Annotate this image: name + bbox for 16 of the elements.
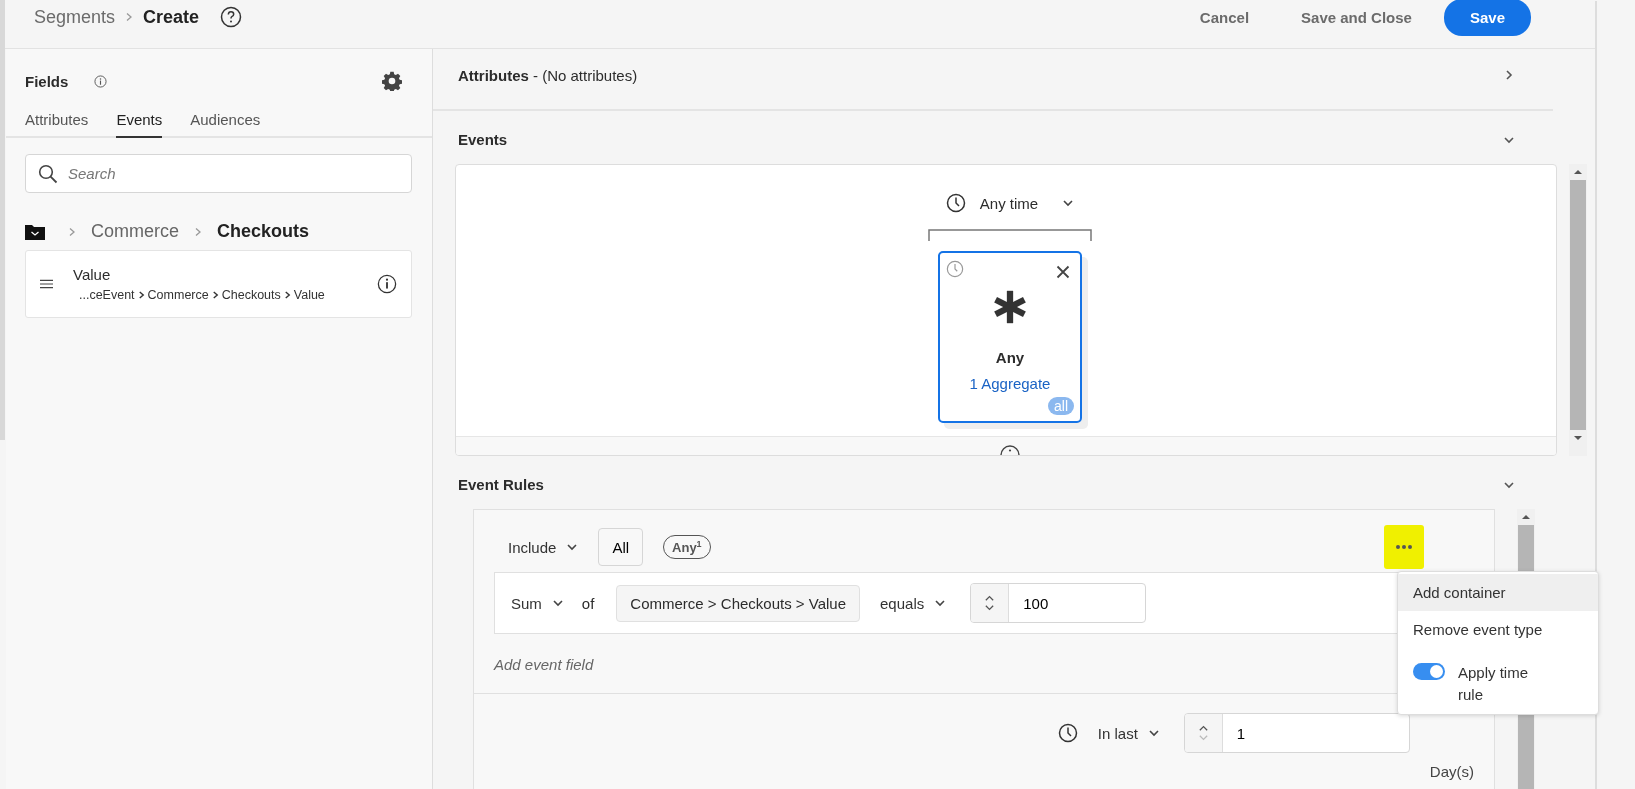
- path-label: Value: [293, 288, 325, 302]
- folder-title: Checkouts: [217, 221, 310, 242]
- node-title: Any: [995, 349, 1025, 366]
- section-title: Events: [458, 131, 508, 148]
- field-name: Value: [73, 266, 112, 283]
- path-label: Checkouts: [221, 288, 281, 302]
- panel-title: Fields: [25, 72, 69, 90]
- path-label: Commerce: [147, 288, 209, 302]
- page-title: Create: [143, 6, 200, 28]
- path-label: ...ceEvent: [79, 288, 135, 302]
- section-title: Attributes - (No attributes): [458, 66, 638, 84]
- unit-label: Day(s): [1429, 763, 1474, 780]
- all-badge: all: [1048, 397, 1074, 415]
- of-label: of: [581, 594, 595, 612]
- toggle-label: Apply time rule: [1458, 663, 1530, 705]
- section-title: Event Rules: [458, 476, 544, 493]
